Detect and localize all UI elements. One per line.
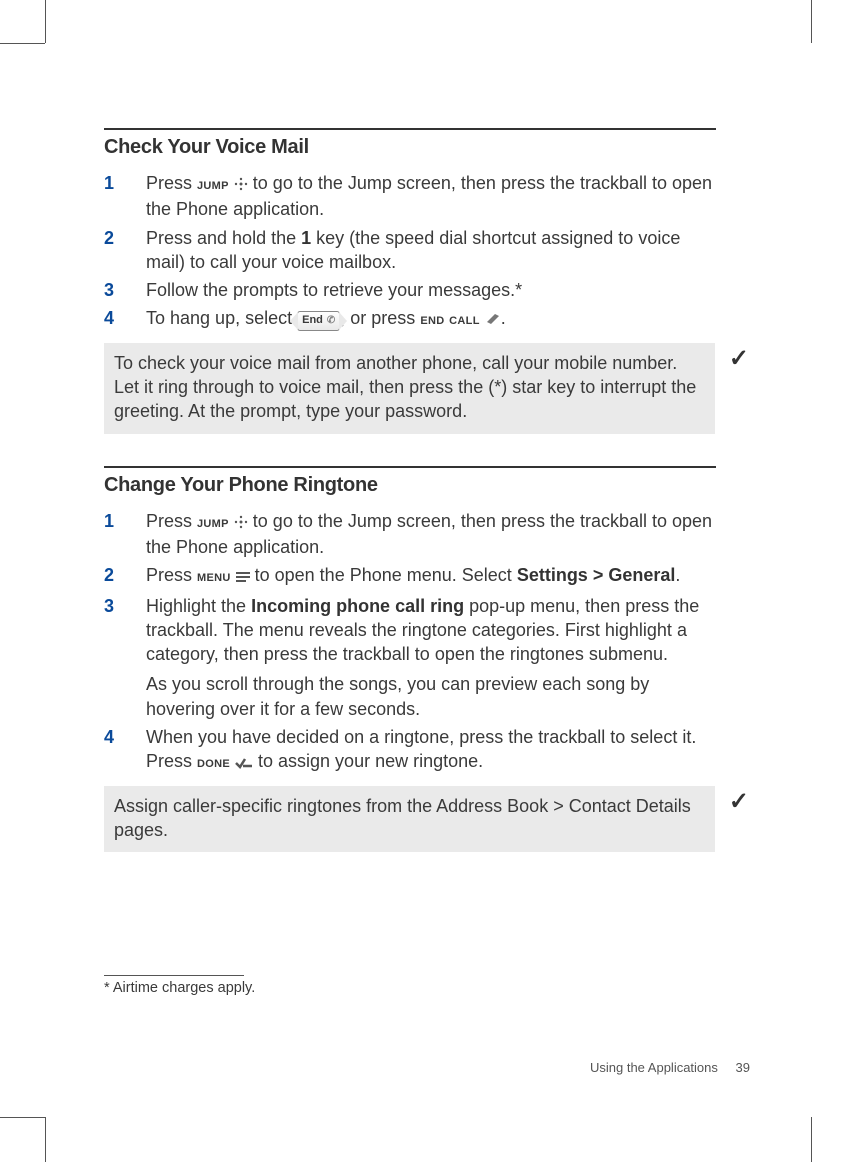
tip-row: To check your voice mail from another ph… — [104, 343, 749, 434]
step: 1 Press jump to go to the Jump screen, t… — [104, 171, 716, 222]
section-voice-mail: Check Your Voice Mail 1 Press jump to go… — [104, 128, 749, 434]
step-text: Press jump to go to the Jump screen, the… — [146, 171, 716, 222]
step: 4 To hang up, select End✆, or press end … — [104, 306, 716, 332]
step-number: 3 — [104, 594, 146, 721]
tip-voice-mail: To check your voice mail from another ph… — [104, 343, 715, 434]
step-text: Highlight the Incoming phone call ring p… — [146, 594, 716, 721]
end-call-key-label: end call — [420, 311, 479, 328]
jump-key-label: jump — [197, 514, 229, 531]
done-icon — [235, 751, 253, 775]
tip-row: Assign caller-specific ringtones from th… — [104, 786, 749, 853]
step-number: 4 — [104, 306, 146, 332]
jump-icon — [234, 511, 248, 535]
step-text: Press menu to open the Phone menu. Selec… — [146, 563, 716, 589]
heading-ringtone: Change Your Phone Ringtone — [104, 474, 749, 497]
footnote-rule — [104, 975, 244, 976]
steps-ringtone: 1 Press jump to go to the Jump screen, t… — [104, 509, 716, 776]
page-footer: Using the Applications 39 — [104, 1060, 750, 1075]
step-extra: As you scroll through the songs, you can… — [146, 672, 716, 721]
step-number: 3 — [104, 278, 146, 302]
section-rule — [104, 128, 716, 130]
step-text: Press jump to go to the Jump screen, the… — [146, 509, 716, 560]
step-text: Press and hold the 1 key (the speed dial… — [146, 226, 716, 275]
step-text: To hang up, select End✆, or press end ca… — [146, 306, 716, 332]
step: 3 Highlight the Incoming phone call ring… — [104, 594, 716, 721]
done-key-label: done — [197, 754, 230, 771]
step-text: Follow the prompts to retrieve your mess… — [146, 278, 716, 302]
section-ringtone: Change Your Phone Ringtone 1 Press jump … — [104, 466, 749, 853]
check-icon: ✓ — [715, 343, 749, 371]
step: 2 Press and hold the 1 key (the speed di… — [104, 226, 716, 275]
step: 4 When you have decided on a ringtone, p… — [104, 725, 716, 776]
footnote: * Airtime charges apply. — [104, 980, 255, 996]
heading-voice-mail: Check Your Voice Mail — [104, 136, 749, 159]
jump-icon — [234, 173, 248, 197]
steps-voice-mail: 1 Press jump to go to the Jump screen, t… — [104, 171, 716, 333]
section-rule — [104, 466, 716, 468]
jump-key-label: jump — [197, 176, 229, 193]
page-number: 39 — [736, 1060, 750, 1075]
page-content: Check Your Voice Mail 1 Press jump to go… — [104, 128, 749, 884]
end-button-graphic: End✆ — [297, 311, 340, 331]
tip-ringtone: Assign caller-specific ringtones from th… — [104, 786, 715, 853]
check-icon: ✓ — [715, 786, 749, 814]
step-number: 1 — [104, 171, 146, 222]
footer-label: Using the Applications — [590, 1060, 718, 1075]
step-number: 2 — [104, 226, 146, 275]
step-text: When you have decided on a ringtone, pre… — [146, 725, 716, 776]
step: 3 Follow the prompts to retrieve your me… — [104, 278, 716, 302]
end-call-icon — [485, 308, 501, 332]
step: 2 Press menu to open the Phone menu. Sel… — [104, 563, 716, 589]
menu-key-label: menu — [197, 568, 231, 585]
step: 1 Press jump to go to the Jump screen, t… — [104, 509, 716, 560]
menu-icon — [236, 565, 250, 589]
step-number: 1 — [104, 509, 146, 560]
step-number: 4 — [104, 725, 146, 776]
step-number: 2 — [104, 563, 146, 589]
